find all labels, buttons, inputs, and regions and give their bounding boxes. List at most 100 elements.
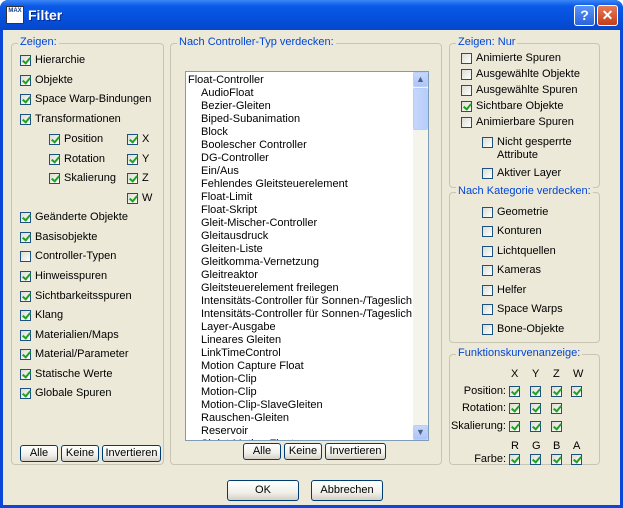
show-option[interactable]: Materialien/Maps <box>20 329 119 341</box>
show-option[interactable]: Controller-Typen <box>20 250 116 262</box>
list-item[interactable]: Gleitsteuerelement freilegen <box>188 282 412 295</box>
list-item[interactable]: Reservoir <box>188 425 412 438</box>
curve-toggle-box[interactable] <box>551 386 562 397</box>
curve-toggle-box[interactable] <box>509 421 520 432</box>
show-option-box[interactable] <box>20 329 31 341</box>
show-option[interactable]: Objekte <box>20 74 73 86</box>
list-scrollbar[interactable]: ▲ ▼ <box>413 72 428 440</box>
list-item[interactable]: Fehlendes Gleitsteuerelement <box>188 178 412 191</box>
show-option[interactable]: Sichtbarkeitsspuren <box>20 290 132 302</box>
curve-toggle[interactable] <box>530 386 545 397</box>
show-only-option-box[interactable] <box>461 52 472 64</box>
list-item[interactable]: Rauschen-Gleiten <box>188 412 412 425</box>
list-item[interactable]: Intensitäts-Controller für Sonnen-/Tages… <box>188 295 412 308</box>
category-option[interactable]: Konturen <box>482 225 542 237</box>
curve-toggle-box[interactable] <box>530 386 541 397</box>
curve-toggle-box[interactable] <box>509 386 520 397</box>
transform-option-box[interactable] <box>49 133 60 145</box>
curve-toggle-box[interactable] <box>551 421 562 432</box>
show-invert-button[interactable]: Invertieren <box>102 445 161 462</box>
ok-button[interactable]: OK <box>227 480 299 501</box>
transform-option[interactable]: Position <box>49 133 103 145</box>
list-item[interactable]: Motion-Clip <box>188 373 412 386</box>
curve-toggle[interactable] <box>509 386 524 397</box>
list-item[interactable]: Gleiten-Liste <box>188 243 412 256</box>
list-item[interactable]: Biped-Subanimation <box>188 113 412 126</box>
category-option[interactable]: Kameras <box>482 264 541 276</box>
color-toggle[interactable] <box>571 454 586 465</box>
axis-option-box[interactable] <box>127 192 138 204</box>
scroll-thumb[interactable] <box>413 88 428 130</box>
list-item[interactable]: Gleitkomma-Vernetzung <box>188 256 412 269</box>
color-toggle-box[interactable] <box>509 454 520 465</box>
transform-option-box[interactable] <box>49 172 60 184</box>
show-option-box[interactable] <box>20 250 31 262</box>
axis-option-box[interactable] <box>127 153 138 165</box>
category-option-box[interactable] <box>482 264 493 276</box>
curve-toggle[interactable] <box>530 421 545 432</box>
show-option-box[interactable] <box>20 348 31 360</box>
list-item[interactable]: Block <box>188 126 412 139</box>
curve-toggle-box[interactable] <box>551 403 562 414</box>
show-none-button[interactable]: Keine <box>61 445 99 462</box>
curve-toggle-box[interactable] <box>530 421 541 432</box>
show-option[interactable]: Statische Werte <box>20 368 112 380</box>
show-option-box[interactable] <box>20 368 31 380</box>
list-item[interactable]: Motion Capture Float <box>188 360 412 373</box>
curve-toggle-box[interactable] <box>509 403 520 414</box>
list-item[interactable]: Motion-Clip-SlaveGleiten <box>188 399 412 412</box>
scroll-down-arrow-icon[interactable]: ▼ <box>413 425 428 440</box>
show-all-button[interactable]: Alle <box>20 445 58 462</box>
show-option-box[interactable] <box>20 270 31 282</box>
show-option[interactable]: Transformationen <box>20 113 121 125</box>
unlocked-attributes-option[interactable]: Nicht gesperrte <box>482 136 572 148</box>
list-item[interactable]: AudioFloat <box>188 87 412 100</box>
category-option-box[interactable] <box>482 206 493 218</box>
category-option[interactable]: Bone-Objekte <box>482 323 564 335</box>
curve-toggle[interactable] <box>551 403 566 414</box>
show-only-option-box[interactable] <box>461 68 472 80</box>
list-item[interactable]: Skript-Motion-Float <box>188 438 412 440</box>
active-layer-option-box[interactable] <box>482 167 493 179</box>
show-option-box[interactable] <box>20 290 31 302</box>
help-button[interactable]: ? <box>574 5 595 26</box>
show-option-box[interactable] <box>20 54 31 66</box>
list-item[interactable]: Boolescher Controller <box>188 139 412 152</box>
category-option-box[interactable] <box>482 323 493 335</box>
category-option-box[interactable] <box>482 303 493 315</box>
show-option[interactable]: Hierarchie <box>20 54 85 66</box>
category-option[interactable]: Lichtquellen <box>482 245 556 257</box>
show-option-box[interactable] <box>20 309 31 321</box>
controller-type-list[interactable]: Float-Controller AudioFloat Bezier-Gleiten… <box>185 71 429 441</box>
show-option-box[interactable] <box>20 113 31 125</box>
curve-toggle[interactable] <box>551 386 566 397</box>
color-toggle-box[interactable] <box>551 454 562 465</box>
category-option-box[interactable] <box>482 284 493 296</box>
transform-option-box[interactable] <box>49 153 60 165</box>
scroll-up-arrow-icon[interactable]: ▲ <box>413 72 428 87</box>
category-option[interactable]: Space Warps <box>482 303 563 315</box>
cancel-button[interactable]: Abbrechen <box>311 480 383 501</box>
controller-invert-button[interactable]: Invertieren <box>325 443 386 460</box>
list-item[interactable]: Bezier-Gleiten <box>188 100 412 113</box>
axis-option-box[interactable] <box>127 172 138 184</box>
show-option[interactable]: Geänderte Objekte <box>20 211 128 223</box>
category-option-box[interactable] <box>482 245 493 257</box>
color-toggle-box[interactable] <box>530 454 541 465</box>
list-item[interactable]: Float-Controller <box>188 74 412 87</box>
show-only-option-box[interactable] <box>461 100 472 112</box>
curve-toggle[interactable] <box>509 403 524 414</box>
show-option[interactable]: Space Warp-Bindungen <box>20 93 151 105</box>
axis-option-box[interactable] <box>127 133 138 145</box>
show-option-box[interactable] <box>20 211 31 223</box>
curve-toggle-box[interactable] <box>571 386 582 397</box>
title-bar[interactable]: MAX Filter ? ✕ <box>0 0 623 30</box>
show-only-option-box[interactable] <box>461 116 472 128</box>
list-item[interactable]: Ein/Aus <box>188 165 412 178</box>
list-item[interactable]: Gleitreaktor <box>188 269 412 282</box>
axis-option[interactable]: W <box>127 192 152 204</box>
list-item[interactable]: Float-Limit <box>188 191 412 204</box>
show-only-option[interactable]: Ausgewählte Spuren <box>461 84 578 96</box>
category-option-box[interactable] <box>482 225 493 237</box>
show-option-box[interactable] <box>20 93 31 105</box>
